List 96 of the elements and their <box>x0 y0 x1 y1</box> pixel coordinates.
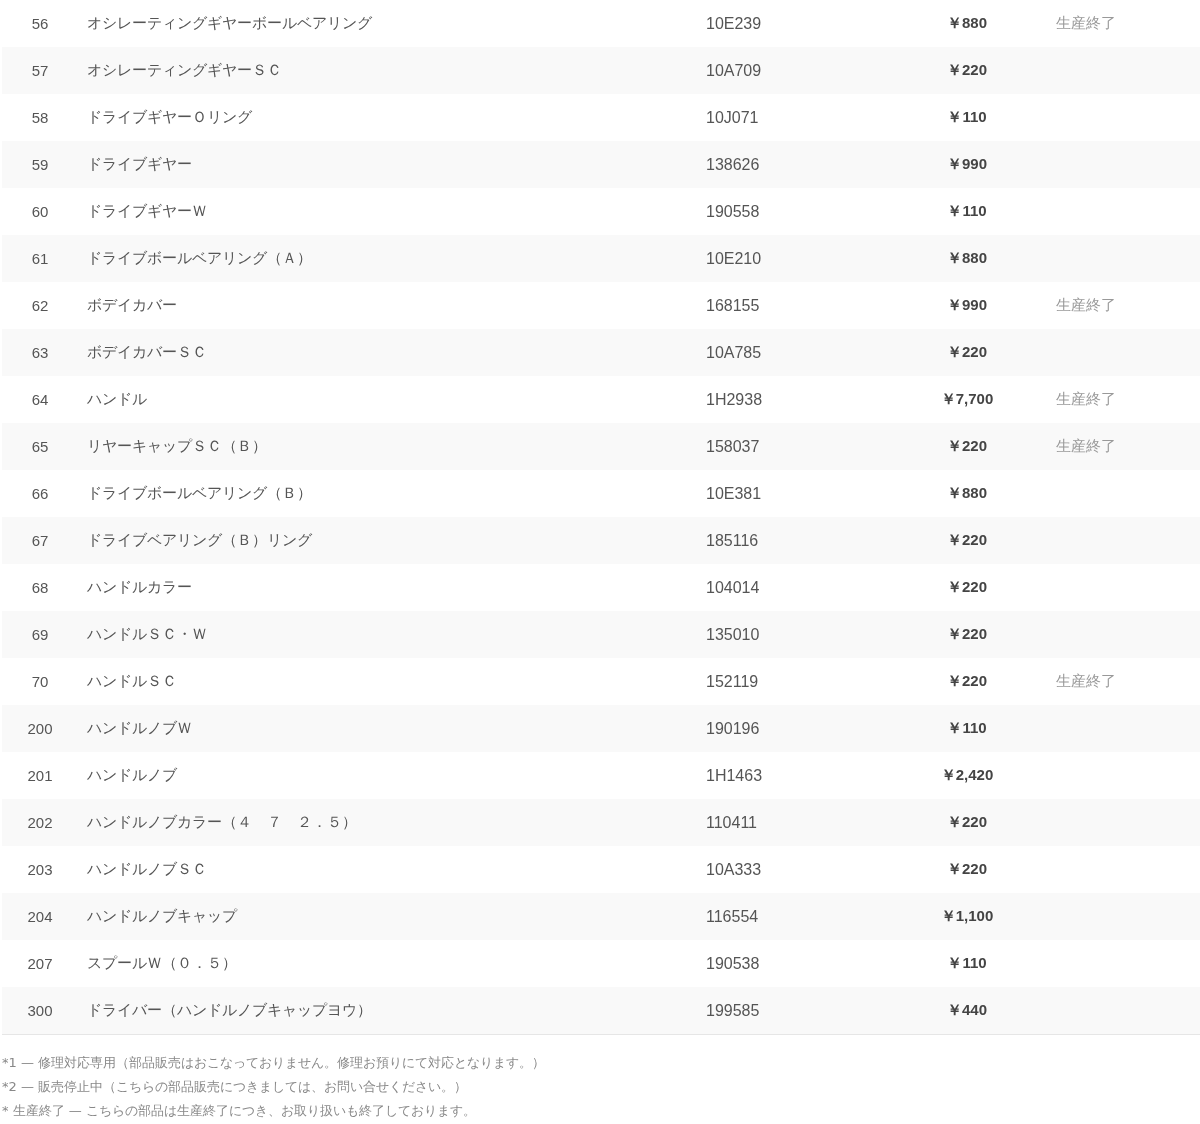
part-code: 199585 <box>706 1001 760 1020</box>
part-price: ￥7,700 <box>940 390 994 409</box>
part-name: スプールＷ（０．５） <box>86 954 237 973</box>
part-number: 69 <box>31 626 49 643</box>
part-number: 57 <box>31 62 49 79</box>
part-price: ￥110 <box>947 719 987 738</box>
part-number: 68 <box>31 579 49 596</box>
part-number: 58 <box>31 109 49 126</box>
part-number: 207 <box>27 955 53 972</box>
part-name: ドライブボールベアリング（Ａ） <box>86 249 312 268</box>
part-price: ￥2,420 <box>940 766 994 785</box>
part-price: ￥220 <box>947 625 987 644</box>
part-number: 56 <box>31 15 49 32</box>
part-code: 1H1463 <box>706 766 763 785</box>
part-price: ￥220 <box>947 813 987 832</box>
part-code: 190196 <box>706 719 760 738</box>
part-price: ￥220 <box>947 531 987 550</box>
part-code: 190558 <box>706 202 760 221</box>
part-price: ￥220 <box>947 343 987 362</box>
part-number: 203 <box>27 861 53 878</box>
part-number: 204 <box>27 908 53 925</box>
part-code: 104014 <box>706 578 760 597</box>
part-code: 10A333 <box>706 860 762 879</box>
part-name: ドライバー（ハンドルノブキャップヨウ） <box>86 1001 372 1020</box>
part-number: 66 <box>31 485 49 502</box>
part-code: 10J071 <box>706 108 759 127</box>
part-number: 62 <box>31 297 49 314</box>
part-name: ハンドルカラー <box>86 578 192 597</box>
part-code: 185116 <box>706 531 759 550</box>
part-name: ドライブギヤーＷ <box>86 202 207 221</box>
part-number: 202 <box>27 814 53 831</box>
part-price: ￥880 <box>947 14 987 33</box>
status-label: 生産終了 <box>1055 390 1116 409</box>
part-code: 10A709 <box>706 61 762 80</box>
part-code: 10E239 <box>706 14 762 33</box>
part-number: 67 <box>31 532 49 549</box>
part-number: 300 <box>27 1002 53 1019</box>
part-price: ￥880 <box>947 484 987 503</box>
status-label: 生産終了 <box>1055 437 1116 456</box>
part-name: ハンドル <box>86 390 147 409</box>
part-name: ハンドルノブＷ <box>86 719 192 738</box>
part-price: ￥880 <box>947 249 987 268</box>
part-price: ￥220 <box>947 672 987 691</box>
part-name: オシレーティングギヤーＳＣ <box>86 61 282 80</box>
footnote: *2 — 販売停止中（こちらの部品販売につきましては、お問い合せください。） <box>2 1078 469 1096</box>
part-name: ドライブギヤーＯリング <box>86 108 252 127</box>
part-code: 158037 <box>706 437 760 456</box>
part-name: ボデイカバー <box>86 296 177 315</box>
part-name: ハンドルノブキャップ <box>86 907 237 926</box>
part-name: ドライブベアリング（Ｂ）リング <box>86 531 312 550</box>
part-price: ￥220 <box>947 61 987 80</box>
part-number: 70 <box>31 673 49 690</box>
part-name: ハンドルノブＳＣ <box>86 860 207 879</box>
status-label: 生産終了 <box>1055 296 1116 315</box>
part-price: ￥110 <box>947 202 987 221</box>
part-number: 201 <box>27 767 53 784</box>
part-code: 152119 <box>706 672 759 691</box>
part-number: 59 <box>31 156 49 173</box>
part-price: ￥990 <box>947 155 987 174</box>
part-code: 168155 <box>706 296 760 315</box>
part-code: 1H2938 <box>706 390 763 409</box>
part-code: 138626 <box>706 155 760 174</box>
part-name: ドライブボールベアリング（Ｂ） <box>86 484 312 503</box>
part-number: 60 <box>31 203 49 220</box>
part-name: オシレーティングギヤーボールベアリング <box>86 14 372 33</box>
status-label: 生産終了 <box>1055 14 1116 33</box>
part-price: ￥220 <box>947 437 987 456</box>
part-code: 116554 <box>706 907 759 926</box>
part-name: ハンドルＳＣ・Ｗ <box>86 625 207 644</box>
part-name: ハンドルノブカラー（４ ７ ２．５） <box>86 813 357 832</box>
part-number: 63 <box>31 344 49 361</box>
part-number: 61 <box>31 250 49 267</box>
part-name: ハンドルＳＣ <box>86 672 177 691</box>
part-code: 10E210 <box>706 249 762 268</box>
part-name: ハンドルノブ <box>86 766 177 785</box>
part-number: 200 <box>27 720 53 737</box>
footnote: *1 — 修理対応専用（部品販売はおこなっておりません。修理お預りにて対応となります。） <box>2 1054 547 1072</box>
part-price: ￥220 <box>947 860 987 879</box>
part-price: ￥1,100 <box>940 907 994 926</box>
part-number: 64 <box>31 391 49 408</box>
part-number: 65 <box>31 438 49 455</box>
part-price: ￥110 <box>947 954 987 973</box>
part-price: ￥110 <box>947 108 987 127</box>
part-code: 110411 <box>706 813 757 832</box>
part-name: ドライブギヤー <box>86 155 192 174</box>
part-code: 10A785 <box>706 343 762 362</box>
footnote: * 生産終了 — こちらの部品は生産終了につき、お取り扱いも終了しております。 <box>2 1102 477 1120</box>
part-code: 10E381 <box>706 484 762 503</box>
part-price: ￥440 <box>947 1001 987 1020</box>
part-price: ￥990 <box>947 296 987 315</box>
part-name: ボデイカバーＳＣ <box>86 343 207 362</box>
status-label: 生産終了 <box>1055 672 1116 691</box>
part-code: 135010 <box>706 625 760 644</box>
part-code: 190538 <box>706 954 760 973</box>
part-name: リヤーキャップＳＣ（Ｂ） <box>86 437 267 456</box>
part-price: ￥220 <box>947 578 987 597</box>
